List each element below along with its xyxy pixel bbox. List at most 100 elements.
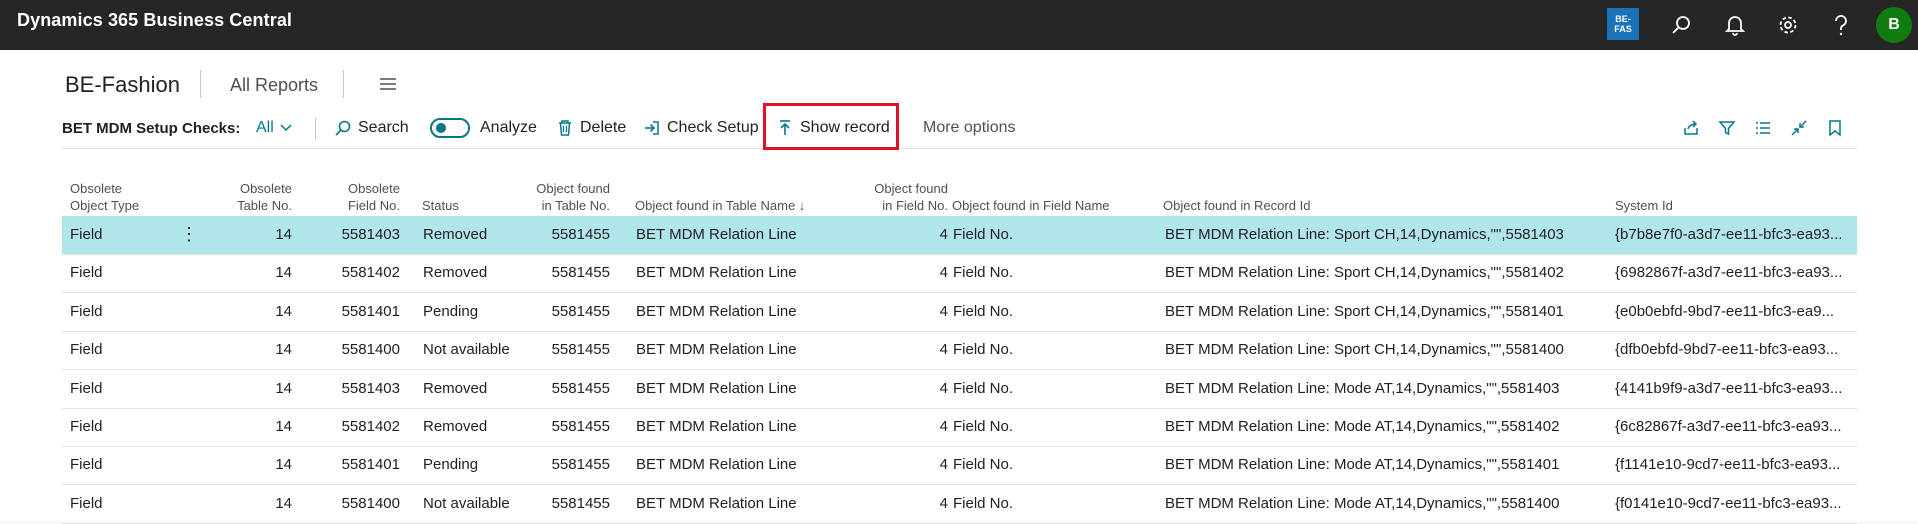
cell-field-no: 5581402 — [341, 418, 400, 435]
list-view-icon[interactable] — [1754, 119, 1772, 137]
cell-object-type[interactable]: Field — [70, 370, 180, 408]
cell-object-type[interactable]: Field — [70, 485, 180, 523]
cell-found-table-no: 5581455 — [551, 302, 610, 320]
share-icon[interactable] — [1682, 119, 1700, 137]
cell-found-field-name: Field No. — [953, 226, 1014, 243]
analyze-toggle[interactable]: Analyze — [430, 108, 537, 148]
collapse-icon[interactable] — [1790, 119, 1808, 137]
cell-found-table-no: 5581455 — [551, 456, 610, 474]
cell-system-id: {f0141e10-9cd7-ee11-bfc3-ea93... — [1615, 494, 1842, 512]
app-bar: Dynamics 365 Business Central BE- FAS B — [0, 0, 1918, 50]
avatar[interactable]: B — [1876, 7, 1912, 43]
cell-record-id: BET MDM Relation Line: Mode AT,14,Dynami… — [1165, 379, 1560, 397]
delete-button[interactable]: Delete — [556, 108, 626, 148]
cell-record-id: BET MDM Relation Line: Mode AT,14,Dynami… — [1165, 456, 1560, 474]
cell-found-field-no: 4 — [939, 341, 948, 359]
table-row[interactable]: Field 14 5581402 Removed 5581455 BET MDM Rela… — [62, 254, 1857, 294]
column-header-object-found-in-table-name[interactable]: Object found in Table Name ↓ — [635, 166, 835, 214]
cell-found-table-no: 5581455 — [551, 418, 610, 435]
column-header-status[interactable]: Status — [422, 166, 522, 214]
cell-field-no: 5581402 — [341, 264, 400, 282]
more-options-button[interactable]: More options — [923, 108, 1016, 148]
table-row[interactable]: Field 14 5581403 Removed 5581455 BET MDM Rela… — [62, 370, 1857, 409]
filter-icon[interactable] — [1718, 119, 1736, 137]
cell-object-type[interactable]: Field — [70, 216, 180, 254]
company-badge[interactable]: BE- FAS — [1607, 8, 1639, 40]
cell-found-field-no: 4 — [939, 379, 948, 397]
all-reports-link[interactable]: All Reports — [230, 75, 318, 96]
analyze-label: Analyze — [480, 119, 537, 136]
table-row[interactable]: Field 14 5581400 Not available 5581455 BET MD… — [62, 485, 1857, 524]
cell-status: Not available — [423, 494, 510, 512]
table-row[interactable]: Field 14 5581403 Removed 5581455 BET MDM Rela… — [62, 216, 1857, 255]
cell-object-type[interactable]: Field — [70, 293, 180, 331]
cell-found-field-no: 4 — [939, 302, 948, 320]
check-setup-button[interactable]: Check Setup — [643, 108, 759, 148]
cell-table-no: 14 — [275, 494, 292, 512]
cell-found-field-name: Field No. — [953, 418, 1014, 435]
cell-record-id: BET MDM Relation Line: Sport CH,14,Dynam… — [1165, 264, 1564, 282]
cell-found-field-no: 4 — [939, 418, 948, 435]
column-header-object-found-in-field-name[interactable]: Object found in Field Name — [952, 166, 1152, 214]
cell-table-no: 14 — [275, 341, 292, 359]
cell-field-no: 5581403 — [341, 226, 400, 243]
cell-found-field-no: 4 — [939, 456, 948, 474]
toggle-switch[interactable] — [430, 118, 470, 138]
cell-table-no: 14 — [275, 226, 292, 243]
cell-found-table-name: BET MDM Relation Line — [636, 302, 797, 320]
cell-found-field-no: 4 — [939, 494, 948, 512]
table-row[interactable]: Field 14 5581402 Removed 5581455 BET MDM Rela… — [62, 408, 1857, 447]
cell-object-type[interactable]: Field — [70, 408, 180, 446]
row-menu-icon[interactable]: ⋮ — [180, 216, 198, 254]
cell-status: Pending — [423, 456, 479, 474]
column-header-obsolete-field-no[interactable]: Obsolete Field No. — [322, 166, 400, 214]
search-label: Search — [358, 119, 409, 136]
column-header-object-found-in-field-no[interactable]: Object found in Field No. — [842, 166, 948, 214]
cell-found-table-name: BET MDM Relation Line — [636, 226, 797, 243]
table-row[interactable]: Field 14 5581401 Pending 5581455 BET MDM Rela… — [62, 293, 1857, 332]
cell-object-type[interactable]: Field — [70, 331, 180, 369]
cell-found-field-no: 4 — [939, 226, 948, 243]
table-row[interactable]: Field 14 5581401 Pending 5581455 BET MDM Rela… — [62, 446, 1857, 486]
table-row[interactable]: Field 14 5581400 Not available 5581455 BET MD… — [62, 331, 1857, 371]
cell-table-no: 14 — [275, 456, 292, 474]
cell-table-no: 14 — [275, 418, 292, 435]
cell-found-table-no: 5581455 — [551, 341, 610, 359]
cell-status: Removed — [423, 226, 488, 243]
cell-record-id: BET MDM Relation Line: Sport CH,14,Dynam… — [1165, 226, 1564, 243]
cell-object-type[interactable]: Field — [70, 446, 180, 484]
column-header-object-found-in-record-id[interactable]: Object found in Record Id — [1163, 166, 1463, 214]
help-icon[interactable] — [1827, 11, 1855, 39]
cell-field-no: 5581401 — [341, 456, 400, 474]
cell-status: Pending — [423, 302, 479, 320]
bell-icon[interactable] — [1721, 11, 1749, 39]
column-header-object-found-in-table-no[interactable]: Object found in Table No. — [527, 166, 610, 214]
view-filter-dropdown[interactable]: All — [256, 108, 292, 148]
column-header-system-id[interactable]: System Id — [1615, 166, 1815, 214]
cell-object-type[interactable]: Field — [70, 254, 180, 292]
cell-record-id: BET MDM Relation Line: Mode AT,14,Dynami… — [1165, 418, 1560, 435]
column-header-obsolete-object-type[interactable]: Obsolete Object Type — [70, 166, 190, 214]
search-button[interactable]: Search — [334, 108, 409, 148]
app-title[interactable]: Dynamics 365 Business Central — [17, 10, 292, 31]
column-header-obsolete-table-no[interactable]: Obsolete Table No. — [222, 166, 292, 214]
cell-status: Not available — [423, 341, 510, 359]
company-name[interactable]: BE-Fashion — [65, 72, 180, 98]
delete-label: Delete — [580, 119, 627, 136]
search-icon[interactable] — [1668, 11, 1696, 39]
cell-status: Removed — [423, 264, 488, 282]
cell-field-no: 5581401 — [341, 302, 400, 320]
cell-found-field-name: Field No. — [953, 302, 1014, 320]
cell-found-table-no: 5581455 — [551, 494, 610, 512]
gear-icon[interactable] — [1774, 11, 1802, 39]
action-bar: BET MDM Setup Checks: All Search Analyze… — [62, 108, 1857, 149]
chevron-down-icon — [280, 124, 292, 132]
right-toolbar — [1682, 108, 1850, 148]
cell-found-table-name: BET MDM Relation Line — [636, 341, 797, 359]
bookmark-icon[interactable] — [1826, 119, 1844, 137]
cell-status: Removed — [423, 379, 488, 397]
cell-field-no: 5581400 — [341, 341, 400, 359]
hamburger-icon[interactable] — [378, 76, 398, 92]
cell-system-id: {f1141e10-9cd7-ee11-bfc3-ea93... — [1615, 456, 1841, 474]
highlight-box — [763, 103, 899, 150]
